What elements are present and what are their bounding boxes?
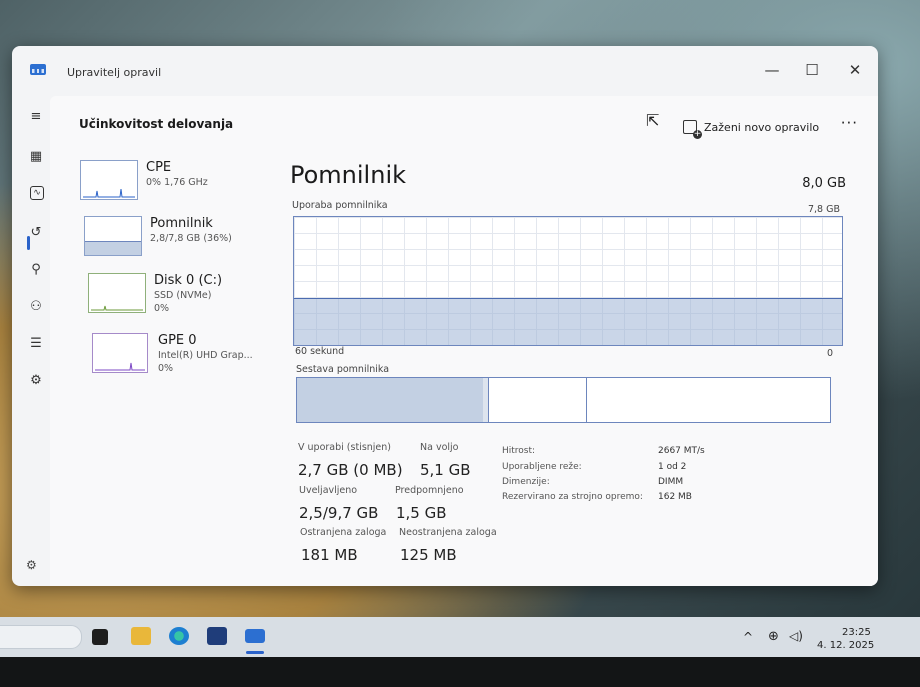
gpu-sparkline	[95, 362, 145, 371]
form-factor-value: DIMM	[658, 477, 684, 487]
edge-browser-icon[interactable]	[169, 627, 189, 645]
device-detail: 0% 1,76 GHz	[146, 177, 208, 188]
task-manager-taskbar-icon[interactable]	[245, 629, 265, 643]
device-item-gpu[interactable]: GPE 0 Intel(R) UHD Grap... 0%	[92, 333, 292, 381]
hardware-reserved-label: Rezervirano za strojno opremo:	[502, 492, 643, 502]
cached-value: 1,5 GB	[396, 504, 447, 522]
device-detail: 2,8/7,8 GB (36%)	[150, 233, 232, 244]
memory-usage-fill	[294, 297, 842, 345]
memory-title: Pomnilnik	[290, 161, 407, 189]
processes-icon[interactable]: ▦	[26, 148, 46, 166]
graph-time-left: 60 sekund	[295, 346, 345, 357]
services-icon[interactable]: ⚙	[26, 372, 46, 390]
network-icon[interactable]: ⊕	[768, 629, 779, 644]
available-label: Na voljo	[420, 442, 459, 453]
task-manager-icon	[30, 64, 46, 75]
memory-usage-graph	[293, 216, 843, 346]
device-name: CPE	[146, 160, 172, 175]
close-button[interactable]: ✕	[837, 58, 873, 84]
cached-label: Predpomnjeno	[395, 485, 464, 496]
graph-time-right: 0	[827, 348, 834, 359]
hardware-reserved-value: 162 MB	[658, 492, 692, 502]
nonpaged-pool-label: Neostranjena zaloga	[399, 527, 497, 538]
clock-time[interactable]: 23:25	[842, 627, 871, 638]
device-item-disk[interactable]: Disk 0 (C:) SSD (NVMe) 0%	[88, 273, 288, 321]
run-new-task-button[interactable]: Zaženi novo opravilo	[683, 120, 820, 139]
device-item-memory[interactable]: Pomnilnik 2,8/7,8 GB (36%)	[84, 216, 284, 264]
composition-standby[interactable]	[488, 378, 587, 422]
startup-icon[interactable]: ⚲	[26, 261, 46, 279]
nonpaged-pool-value: 125 MB	[400, 546, 457, 564]
run-task-icon	[683, 120, 702, 139]
memory-thumbnail-fill	[85, 241, 141, 255]
device-name: Pomnilnik	[150, 216, 213, 231]
composition-free[interactable]	[586, 378, 830, 422]
store-icon[interactable]	[207, 627, 227, 645]
task-view-icon[interactable]	[92, 629, 108, 645]
cpu-sparkline	[83, 188, 135, 198]
minimize-button[interactable]: —	[754, 58, 790, 84]
mouse-cursor-icon: ⇱	[646, 111, 660, 130]
users-icon[interactable]: ⚇	[26, 298, 46, 316]
cpu-thumbnail	[80, 160, 138, 200]
device-usage: 0%	[154, 303, 170, 314]
clock-date[interactable]: 4. 12. 2025	[817, 640, 874, 651]
speed-value: 2667 MT/s	[658, 446, 705, 456]
details-icon[interactable]: ☰	[26, 335, 46, 353]
device-name: GPE 0	[158, 333, 197, 348]
composition-in-use[interactable]	[297, 378, 484, 422]
settings-icon[interactable]: ⚙	[26, 558, 37, 572]
window-title: Upravitelj opravil	[67, 66, 162, 79]
more-options-button[interactable]: ···	[841, 114, 858, 132]
paged-pool-value: 181 MB	[301, 546, 358, 564]
gpu-thumbnail	[92, 333, 148, 373]
memory-usage-label: Uporaba pomnilnika	[292, 200, 388, 211]
disk-thumbnail	[88, 273, 146, 313]
navigation-rail: ≡ ▦ ∿ ↺ ⚲ ⚇ ☰ ⚙ ⚙	[12, 96, 50, 586]
memory-usage-max: 7,8 GB	[807, 204, 840, 215]
performance-icon[interactable]: ∿	[30, 186, 44, 200]
performance-pane: Učinkovitost delovanja ⇱ Zaženi novo opr…	[50, 96, 878, 586]
memory-composition-label: Sestava pomnilnika	[296, 364, 390, 375]
slots-value: 1 od 2	[658, 462, 687, 472]
taskbar: ^ ⊕ ◁) 23:25 4. 12. 2025	[0, 617, 920, 657]
active-app-indicator	[246, 651, 264, 654]
title-bar: Upravitelj opravil — ☐ ✕	[12, 46, 878, 96]
memory-total: 8,0 GB	[802, 176, 846, 191]
disk-sparkline	[91, 305, 143, 311]
available-value: 5,1 GB	[420, 461, 471, 479]
taskbar-search-box[interactable]	[0, 625, 82, 649]
form-factor-label: Dimenzije:	[502, 477, 550, 487]
speed-label: Hitrost:	[502, 446, 536, 456]
page-title: Učinkovitost delovanja	[79, 117, 234, 131]
slots-label: Uporabljene reže:	[502, 462, 582, 472]
committed-label: Uveljavljeno	[299, 485, 358, 496]
device-usage: 0%	[158, 363, 174, 374]
maximize-button[interactable]: ☐	[794, 58, 830, 84]
paged-pool-label: Ostranjena zaloga	[300, 527, 387, 538]
device-detail: Intel(R) UHD Grap...	[158, 350, 253, 361]
app-history-icon[interactable]: ↺	[26, 224, 46, 242]
run-new-task-label: Zaženi novo opravilo	[704, 120, 820, 134]
in-use-label: V uporabi (stisnjen)	[298, 442, 392, 453]
committed-value: 2,5/9,7 GB	[299, 504, 379, 522]
hamburger-icon[interactable]: ≡	[26, 108, 46, 126]
memory-thumbnail	[84, 216, 142, 256]
memory-composition-bar	[296, 377, 831, 423]
file-explorer-icon[interactable]	[131, 627, 151, 645]
monitor-bezel	[0, 657, 920, 687]
device-name: Disk 0 (C:)	[154, 273, 223, 288]
tray-chevron-icon[interactable]: ^	[743, 630, 753, 644]
volume-icon[interactable]: ◁)	[789, 629, 803, 643]
task-manager-window: Upravitelj opravil — ☐ ✕ ≡ ▦ ∿ ↺ ⚲ ⚇ ☰ ⚙…	[12, 46, 878, 586]
device-detail: SSD (NVMe)	[154, 290, 212, 301]
device-item-cpu[interactable]: CPE 0% 1,76 GHz	[80, 160, 280, 208]
in-use-value: 2,7 GB (0 MB)	[298, 461, 403, 479]
